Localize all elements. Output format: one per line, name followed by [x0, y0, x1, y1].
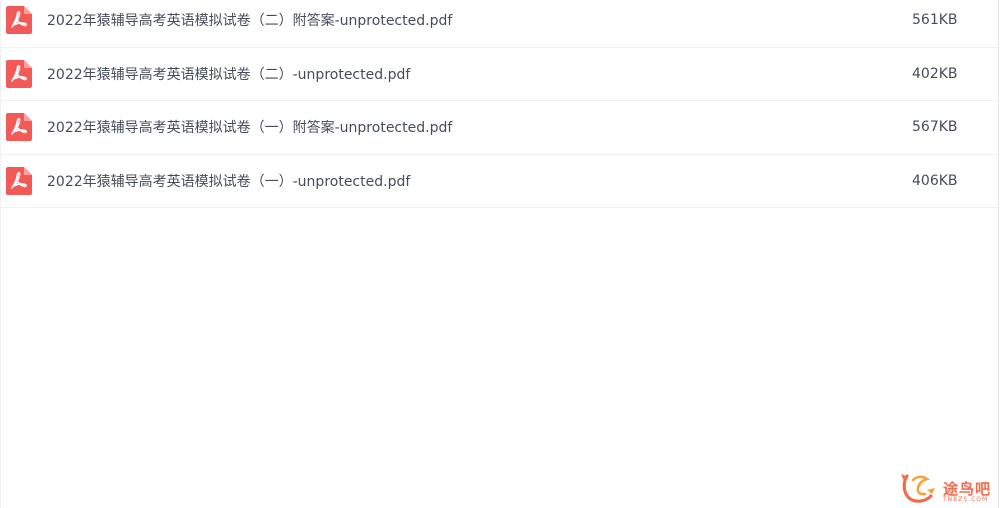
watermark-subtext: TNBZS.COM: [943, 496, 989, 503]
pdf-icon: [6, 167, 32, 196]
file-row[interactable]: 2022年猿辅导高考英语模拟试卷（一）附答案-unprotected.pdf 5…: [1, 101, 1000, 155]
file-name[interactable]: 2022年猿辅导高考英语模拟试卷（一）-unprotected.pdf: [47, 171, 410, 191]
file-size: 561KB: [912, 12, 958, 29]
file-list-panel: 2022年猿辅导高考英语模拟试卷（二）附答案-unprotected.pdf 5…: [0, 0, 1000, 508]
file-row[interactable]: 2022年猿辅导高考英语模拟试卷（一）-unprotected.pdf 406K…: [1, 155, 1000, 209]
file-size: 402KB: [912, 65, 958, 82]
pdf-icon: [6, 6, 32, 35]
file-row[interactable]: 2022年猿辅导高考英语模拟试卷（二）-unprotected.pdf 402K…: [1, 48, 1000, 102]
watermark-logo: 途鸟吧 TNBZS.COM: [899, 470, 995, 506]
file-name[interactable]: 2022年猿辅导高考英语模拟试卷（二）附答案-unprotected.pdf: [47, 10, 452, 30]
file-size: 567KB: [912, 119, 958, 136]
file-name[interactable]: 2022年猿辅导高考英语模拟试卷（二）-unprotected.pdf: [47, 64, 410, 84]
pdf-icon: [6, 59, 32, 88]
bird-logo-icon: [901, 474, 935, 503]
file-size: 406KB: [912, 173, 958, 190]
file-list: 2022年猿辅导高考英语模拟试卷（二）附答案-unprotected.pdf 5…: [1, 0, 1000, 209]
pdf-icon: [6, 113, 32, 142]
file-row[interactable]: 2022年猿辅导高考英语模拟试卷（二）附答案-unprotected.pdf 5…: [1, 0, 1000, 48]
file-name[interactable]: 2022年猿辅导高考英语模拟试卷（一）附答案-unprotected.pdf: [47, 117, 452, 137]
